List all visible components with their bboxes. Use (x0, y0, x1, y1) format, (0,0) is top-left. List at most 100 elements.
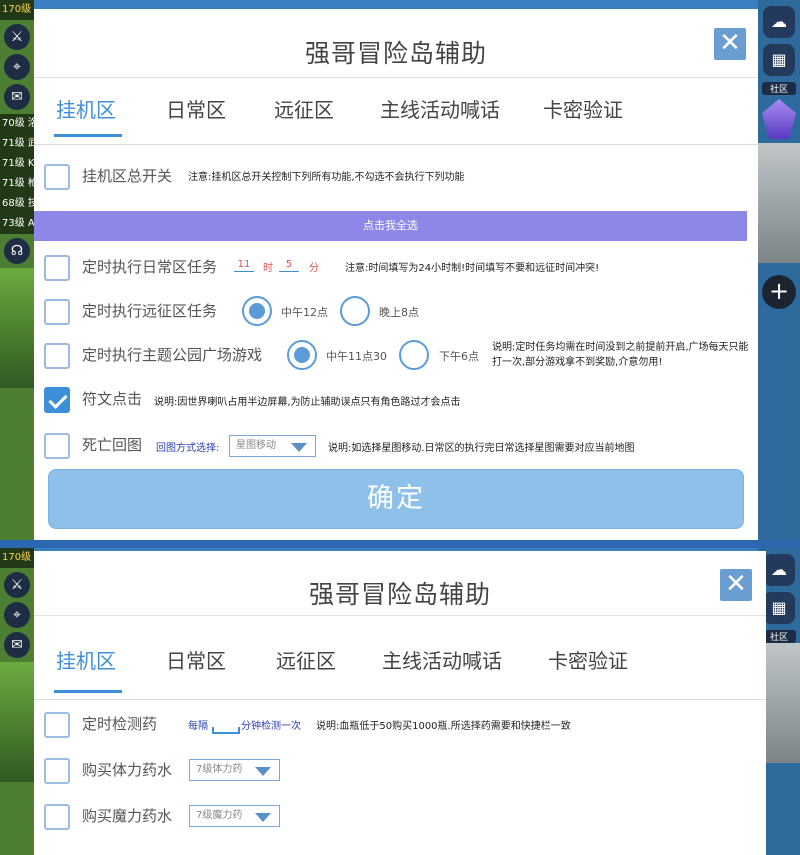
player-list-item[interactable]: 70级 洛 (0, 114, 34, 134)
player-level: 170级 (0, 0, 34, 20)
grid-icon[interactable]: ▦ (763, 44, 795, 76)
community-label: 社区 (762, 630, 796, 643)
expedition-task-checkbox[interactable] (44, 299, 70, 325)
theme-park-checkbox[interactable] (44, 343, 70, 369)
crossed-swords-icon[interactable]: ⚔ (4, 24, 30, 50)
grid-icon[interactable]: ▦ (763, 592, 795, 624)
crystal-icon[interactable] (762, 99, 796, 139)
player-list-item[interactable]: 71级 K (0, 154, 34, 174)
theme-park-label: 定时执行主题公园广场游戏 (82, 346, 263, 364)
divider (34, 615, 766, 616)
potion-check-every: 每隔 (188, 721, 208, 732)
mp-potion-label: 购买魔力药水 (82, 807, 173, 825)
chat-bubble-icon[interactable]: ✉ (4, 84, 30, 110)
dialog-title: 强哥冒险岛辅助 (304, 39, 487, 68)
daily-task-checkbox[interactable] (44, 255, 70, 281)
mp-potion-value: 7级魔力药 (196, 810, 243, 821)
theme-park-row: 定时执行主题公园广场游戏 中午11点30 下午6点 说明:定时任务均需在时间没到… (34, 340, 758, 378)
master-switch-label: 挂机区总开关 (82, 167, 173, 185)
tab-daily[interactable]: 日常区 (166, 94, 226, 123)
hp-potion-value: 7级体力药 (196, 764, 243, 775)
potion-check-unit: 分钟检测一次 (241, 721, 301, 732)
game-left-panel-bottom: 170级 ⚔ ⌖ ✉ (0, 548, 34, 855)
tab-idle[interactable]: 挂机区 (56, 645, 116, 674)
master-switch-checkbox[interactable] (44, 164, 70, 190)
tab-expedition[interactable]: 远征区 (276, 645, 336, 674)
potion-check-row: 定时检测药 每隔 分钟检测一次 说明:血瓶低于50购买1000瓶.所选择药需要和… (34, 709, 766, 747)
noon-1130-radio[interactable] (287, 340, 317, 370)
close-button[interactable]: ✕ (714, 28, 746, 60)
divider (34, 699, 766, 700)
potion-check-checkbox[interactable] (44, 712, 70, 738)
divider (34, 144, 758, 145)
community-label: 社区 (762, 82, 796, 95)
select-all-button[interactable]: 点击我全选 (34, 211, 747, 241)
expedition-task-row: 定时执行远征区任务 中午12点 晚上8点 (34, 296, 758, 334)
death-return-row: 死亡回图 回图方式选择: 星图移动 说明:如选择星图移动.日常区的执行完日常选择… (34, 430, 758, 468)
hp-potion-row: 购买体力药水 7级体力药 (34, 755, 766, 793)
cloud-icon[interactable]: ☁ (763, 6, 795, 38)
assistant-dialog-bottom: 强哥冒险岛辅助 ✕ 挂机区 日常区 远征区 主线活动喊话 卡密验证 定时检测药 … (34, 551, 766, 855)
plus-button[interactable]: + (762, 275, 796, 309)
potion-check-label: 定时检测药 (82, 715, 158, 733)
afternoon-6-label: 下午6点 (439, 350, 479, 363)
chat-bubble-icon[interactable]: ✉ (4, 632, 30, 658)
tab-main-event-shout[interactable]: 主线活动喊话 (382, 645, 502, 674)
minute-input[interactable]: 5 (279, 259, 299, 272)
mp-potion-checkbox[interactable] (44, 804, 70, 830)
tab-expedition[interactable]: 远征区 (274, 94, 334, 123)
chevron-down-icon (291, 443, 307, 452)
headset-icon[interactable]: ☊ (4, 238, 30, 264)
game-right-panel-top: ☁ ▦ 社区 + (758, 0, 800, 540)
return-method-select[interactable]: 星图移动 (229, 435, 316, 457)
theme-park-note: 说明:定时任务均需在时间没到之前提前开启,广场每天只能打一次,部分游戏拿不到奖励… (492, 342, 749, 368)
player-list-item[interactable]: 71级 枪 (0, 174, 34, 194)
evening-8-radio[interactable] (340, 296, 370, 326)
location-pin-icon[interactable]: ⌖ (4, 54, 30, 80)
close-button[interactable]: ✕ (720, 569, 752, 601)
mp-potion-select[interactable]: 7级魔力药 (189, 805, 280, 827)
hp-potion-checkbox[interactable] (44, 758, 70, 784)
noon-12-radio[interactable] (242, 296, 272, 326)
afternoon-6-radio[interactable] (399, 340, 429, 370)
tab-idle[interactable]: 挂机区 (56, 94, 116, 123)
tab-card-key[interactable]: 卡密验证 (543, 94, 623, 123)
death-return-note: 说明:如选择星图移动.日常区的执行完日常选择星图需要对应当前地图 (328, 443, 635, 454)
master-switch-row: 挂机区总开关 注意:挂机区总开关控制下列所有功能,不勾选不会执行下列功能 (34, 161, 758, 199)
dialog-title: 强哥冒险岛辅助 (308, 580, 491, 609)
death-return-label: 死亡回图 (82, 436, 143, 454)
tab-card-key[interactable]: 卡密验证 (548, 645, 628, 674)
rune-click-checkbox[interactable] (44, 387, 70, 413)
return-method-value: 星图移动 (236, 440, 276, 451)
chevron-down-icon (255, 813, 271, 822)
player-list-item[interactable]: 68级 技 (0, 194, 34, 214)
tab-main-event-shout[interactable]: 主线活动喊话 (380, 94, 500, 123)
tab-daily[interactable]: 日常区 (166, 645, 226, 674)
potion-check-note: 说明:血瓶低于50购买1000瓶.所选择药需要和快捷栏一致 (316, 721, 571, 732)
player-level: 170级 (0, 548, 34, 568)
death-return-checkbox[interactable] (44, 433, 70, 459)
cloud-icon[interactable]: ☁ (763, 554, 795, 586)
master-switch-note: 注意:挂机区总开关控制下列所有功能,不勾选不会执行下列功能 (188, 172, 465, 183)
noon-1130-label: 中午11点30 (326, 350, 387, 363)
game-left-panel-top: 170级 ⚔ ⌖ ✉ 70级 洛 71级 武 71级 K 71级 枪 68级 技… (0, 0, 34, 540)
hour-unit: 时 (263, 263, 273, 274)
noon-12-label: 中午12点 (281, 306, 328, 319)
crossed-swords-icon[interactable]: ⚔ (4, 572, 30, 598)
hour-input[interactable]: 11 (234, 259, 254, 272)
confirm-button[interactable]: 确定 (48, 469, 744, 529)
rune-click-row: 符文点击 说明:因世界喇叭占用半边屏幕,为防止辅助误点只有角色路过才会点击 (34, 384, 758, 422)
game-scene (0, 268, 34, 388)
player-list-item[interactable]: 71级 武 (0, 134, 34, 154)
assistant-dialog-top: 强哥冒险岛辅助 ✕ 挂机区 日常区 远征区 主线活动喊话 卡密验证 挂机区总开关… (34, 9, 758, 540)
rune-click-label: 符文点击 (82, 390, 143, 408)
active-tab-indicator (54, 134, 122, 137)
location-pin-icon[interactable]: ⌖ (4, 602, 30, 628)
game-scene (758, 143, 800, 263)
hp-potion-select[interactable]: 7级体力药 (189, 759, 280, 781)
tab-bar: 挂机区 日常区 远征区 主线活动喊话 卡密验证 (34, 636, 766, 700)
player-list-item[interactable]: 73级 A (0, 214, 34, 234)
potion-interval-input[interactable] (212, 727, 240, 734)
daily-task-note: 注意:时间填写为24小时制!时间填写不要和远征时间冲突! (345, 263, 600, 274)
daily-task-row: 定时执行日常区任务 11 时 5 分 注意:时间填写为24小时制!时间填写不要和… (34, 252, 758, 290)
